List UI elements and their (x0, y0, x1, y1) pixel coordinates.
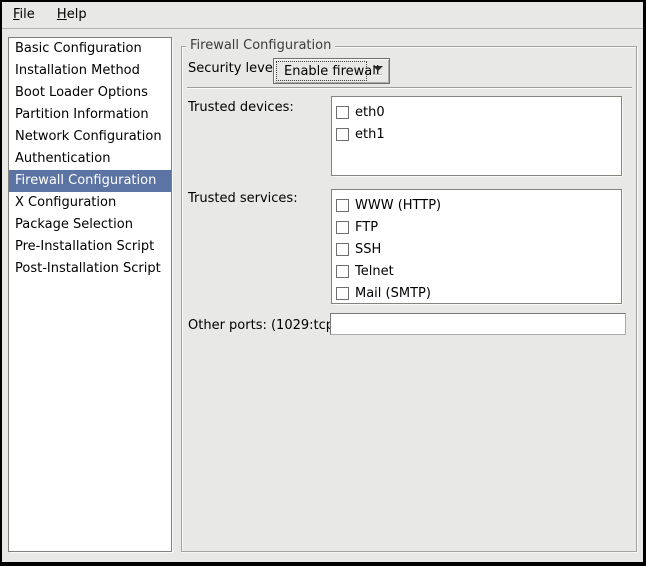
telnet-label: Telnet (355, 264, 394, 279)
eth1-label: eth1 (355, 127, 385, 142)
sidebar-item-boot-loader-options[interactable]: Boot Loader Options (9, 82, 171, 104)
trusted-devices-list: eth0 eth1 (331, 96, 622, 176)
www-http-checkbox[interactable] (336, 199, 349, 212)
list-item: SSH (332, 238, 621, 260)
www-http-label: WWW (HTTP) (355, 198, 441, 213)
category-list: Basic Configuration Installation Method … (8, 37, 172, 552)
menu-bar: File Help (2, 2, 643, 29)
sidebar-item-x-configuration[interactable]: X Configuration (9, 192, 171, 214)
trusted-devices-label: Trusted devices: (188, 99, 294, 116)
other-ports-label: Other ports: (1029:tcp) (188, 317, 339, 334)
other-ports-input[interactable] (330, 313, 626, 335)
sidebar-item-pre-installation-script[interactable]: Pre-Installation Script (9, 236, 171, 258)
frame-title: Firewall Configuration (186, 38, 335, 54)
eth1-checkbox[interactable] (336, 128, 349, 141)
menu-file[interactable]: File (4, 2, 44, 28)
trusted-services-label: Trusted services: (188, 190, 298, 207)
app-window: File Help Basic Configuration Installati… (0, 0, 646, 566)
sidebar-item-package-selection[interactable]: Package Selection (9, 214, 171, 236)
security-level-label: Security level: (188, 60, 281, 77)
sidebar-item-network-configuration[interactable]: Network Configuration (9, 126, 171, 148)
ssh-label: SSH (355, 242, 381, 257)
trusted-services-list: WWW (HTTP) FTP SSH Telnet Mail (SMTP) (331, 189, 622, 304)
mail-smtp-checkbox[interactable] (336, 287, 349, 300)
ssh-checkbox[interactable] (336, 243, 349, 256)
list-item: FTP (332, 216, 621, 238)
list-item: Mail (SMTP) (332, 282, 621, 304)
sidebar-item-authentication[interactable]: Authentication (9, 148, 171, 170)
security-level-value: Enable firewall (277, 64, 379, 79)
window-content: File Help Basic Configuration Installati… (2, 2, 643, 562)
security-level-dropdown-focus: Enable firewall (276, 61, 367, 81)
horizontal-separator (187, 87, 632, 89)
sidebar-item-partition-information[interactable]: Partition Information (9, 104, 171, 126)
menu-file-rest: ile (20, 7, 35, 22)
mail-smtp-label: Mail (SMTP) (355, 286, 431, 301)
list-item: eth1 (332, 123, 621, 145)
eth0-label: eth0 (355, 105, 385, 120)
menu-help[interactable]: Help (48, 2, 96, 28)
list-item: Telnet (332, 260, 621, 282)
telnet-checkbox[interactable] (336, 265, 349, 278)
menu-help-rest: elp (67, 7, 87, 22)
sidebar-item-post-installation-script[interactable]: Post-Installation Script (9, 258, 171, 280)
firewall-configuration-frame: Firewall Configuration Security level: E… (181, 46, 637, 552)
list-item: WWW (HTTP) (332, 194, 621, 216)
arrow-down-glyph (373, 66, 383, 71)
arrow-bar-glyph (373, 74, 382, 76)
menu-help-accel: H (57, 7, 67, 22)
security-level-dropdown[interactable]: Enable firewall (273, 58, 390, 84)
eth0-checkbox[interactable] (336, 106, 349, 119)
list-item: eth0 (332, 101, 621, 123)
sidebar-item-basic-configuration[interactable]: Basic Configuration (9, 38, 171, 60)
ftp-checkbox[interactable] (336, 221, 349, 234)
dropdown-arrow-icon (368, 61, 387, 81)
ftp-label: FTP (355, 220, 378, 235)
sidebar-item-installation-method[interactable]: Installation Method (9, 60, 171, 82)
sidebar-item-firewall-configuration[interactable]: Firewall Configuration (9, 170, 171, 192)
